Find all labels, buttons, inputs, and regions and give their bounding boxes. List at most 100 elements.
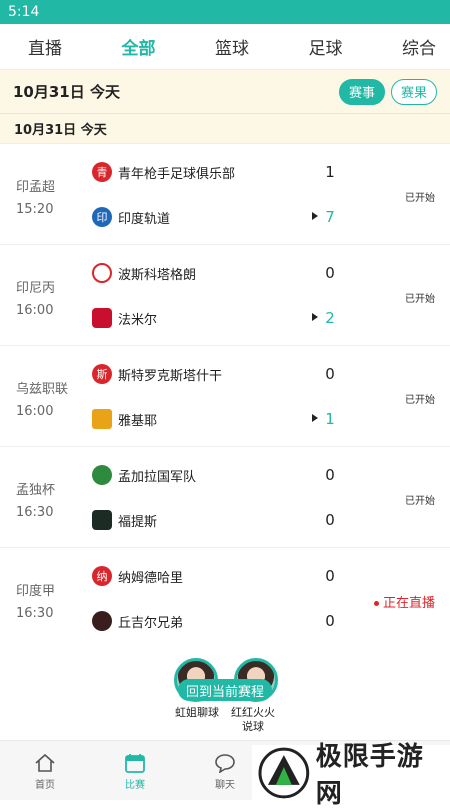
match-status: 已开始 [405, 496, 435, 507]
away-team: 印 印度轨道 [92, 207, 170, 227]
league-name: 印孟超 [16, 180, 56, 195]
team-name: 波斯科塔格朗 [118, 267, 197, 283]
host-name: 虹姐聊球 [175, 706, 219, 719]
away-team: 雅基耶 [92, 409, 157, 429]
match-row[interactable]: 乌兹职联 16:00 斯 斯特罗克斯塔什干 雅基耶 0 1 已开始 [0, 346, 450, 447]
chat-bubble-icon [215, 754, 235, 773]
team-name: 斯特罗克斯塔什干 [118, 368, 223, 384]
sport-tabs: 直播 全部 篮球 足球 综合 [0, 24, 450, 70]
home-team: 波斯科塔格朗 [92, 263, 196, 283]
home-score: 0 [325, 466, 335, 484]
home-team: 青 青年枪手足球俱乐部 [92, 162, 235, 182]
league-name: 印度甲 [16, 584, 56, 599]
team-name: 印度轨道 [118, 211, 171, 227]
live-dot-icon [373, 601, 379, 606]
nav-matches[interactable]: 比赛 [90, 741, 180, 800]
league-name: 乌兹职联 [16, 382, 69, 397]
match-row[interactable]: 印尼丙 16:00 波斯科塔格朗 法米尔 0 2 已开始 [0, 245, 450, 346]
watermark: 极限手游网 [252, 742, 450, 809]
nav-chat-label: 聊天 [215, 780, 235, 791]
away-score: 0 [325, 612, 335, 630]
team-name: 福提斯 [118, 514, 158, 530]
away-team: 丘吉尔兄弟 [92, 611, 183, 631]
play-indicator-icon [312, 212, 318, 220]
play-indicator-icon [312, 313, 318, 321]
match-time: 15:20 [16, 202, 54, 217]
nav-home[interactable]: 首页 [0, 741, 90, 800]
match-status: 已开始 [405, 294, 435, 305]
match-time: 16:00 [16, 404, 54, 419]
status-bar: 5:14 [0, 0, 450, 24]
watermark-text: 极限手游网 [315, 741, 424, 809]
home-icon [35, 753, 55, 772]
schedule-toggle: 赛事 赛果 [339, 78, 437, 105]
date-label[interactable]: 10月31日 今天 [13, 81, 120, 102]
match-status: 已开始 [405, 193, 435, 204]
match-status: 已开始 [405, 395, 435, 406]
away-team: 福提斯 [92, 510, 157, 530]
back-to-current-button[interactable]: 回到当前赛程 [178, 679, 272, 701]
team-name: 孟加拉国军队 [118, 469, 197, 485]
events-button[interactable]: 赛事 [339, 78, 385, 105]
team-badge-icon: 斯 [92, 364, 112, 384]
home-team: 斯 斯特罗克斯塔什干 [92, 364, 222, 384]
nav-matches-label: 比赛 [125, 780, 145, 791]
team-name: 纳姆德哈里 [118, 570, 184, 586]
live-status-label: 正在直播 [382, 596, 435, 611]
team-badge-icon: 纳 [92, 566, 112, 586]
tab-all[interactable]: 全部 [122, 34, 156, 59]
home-score: 0 [325, 365, 335, 383]
match-meta: 印尼丙 16:00 [16, 278, 55, 322]
live-status: 正在直播 [373, 592, 435, 611]
play-indicator-icon [312, 414, 318, 422]
match-meta: 印孟超 15:20 [16, 177, 55, 221]
section-date: 10月31日 今天 [0, 114, 450, 144]
nav-home-label: 首页 [35, 780, 55, 791]
team-badge-icon [92, 465, 112, 485]
results-button[interactable]: 赛果 [391, 78, 437, 105]
match-time: 16:30 [16, 505, 54, 520]
team-name: 法米尔 [118, 312, 158, 328]
home-score: 1 [325, 163, 335, 181]
team-badge-icon: 青 [92, 162, 112, 182]
match-row[interactable]: 孟独杯 16:30 孟加拉国军队 福提斯 0 0 已开始 [0, 447, 450, 548]
live-hosts-float: 回到当前赛程 虹姐聊球 红红火火说球 [170, 658, 280, 738]
team-badge-icon [92, 510, 112, 530]
team-badge-icon [92, 308, 112, 328]
team-badge-icon [92, 611, 112, 631]
match-list: 印孟超 15:20 青 青年枪手足球俱乐部 印 印度轨道 1 7 已开始 印尼丙… [0, 144, 450, 649]
home-team: 纳 纳姆德哈里 [92, 566, 183, 586]
tab-comprehensive[interactable]: 综合 [402, 34, 436, 59]
match-meta: 乌兹职联 16:00 [16, 379, 68, 423]
tab-football[interactable]: 足球 [309, 34, 343, 59]
league-name: 孟独杯 [16, 483, 56, 498]
away-score: 1 [325, 410, 335, 428]
team-badge-icon [92, 263, 112, 283]
away-score: 0 [325, 511, 335, 529]
watermark-logo-icon [258, 747, 310, 798]
team-name: 青年枪手足球俱乐部 [118, 166, 236, 182]
home-score: 0 [325, 567, 335, 585]
tab-live[interactable]: 直播 [28, 34, 62, 59]
tab-basketball[interactable]: 篮球 [215, 34, 249, 59]
status-time: 5:14 [8, 4, 40, 20]
match-meta: 孟独杯 16:30 [16, 480, 55, 524]
match-time: 16:30 [16, 606, 54, 621]
team-name: 雅基耶 [118, 413, 158, 429]
away-score: 7 [325, 208, 335, 226]
date-header: 10月31日 今天 赛事 赛果 [0, 70, 450, 114]
match-row[interactable]: 印度甲 16:30 纳 纳姆德哈里 丘吉尔兄弟 0 0 正在直播 [0, 548, 450, 649]
away-score: 2 [325, 309, 335, 327]
league-name: 印尼丙 [16, 281, 56, 296]
match-row[interactable]: 印孟超 15:20 青 青年枪手足球俱乐部 印 印度轨道 1 7 已开始 [0, 144, 450, 245]
match-meta: 印度甲 16:30 [16, 581, 55, 625]
home-team: 孟加拉国军队 [92, 465, 196, 485]
host-name: 红红火火说球 [231, 706, 275, 733]
away-team: 法米尔 [92, 308, 157, 328]
match-time: 16:00 [16, 303, 54, 318]
team-name: 丘吉尔兄弟 [118, 615, 184, 631]
home-score: 0 [325, 264, 335, 282]
team-badge-icon: 印 [92, 207, 112, 227]
calendar-icon [125, 754, 145, 773]
team-badge-icon [92, 409, 112, 429]
